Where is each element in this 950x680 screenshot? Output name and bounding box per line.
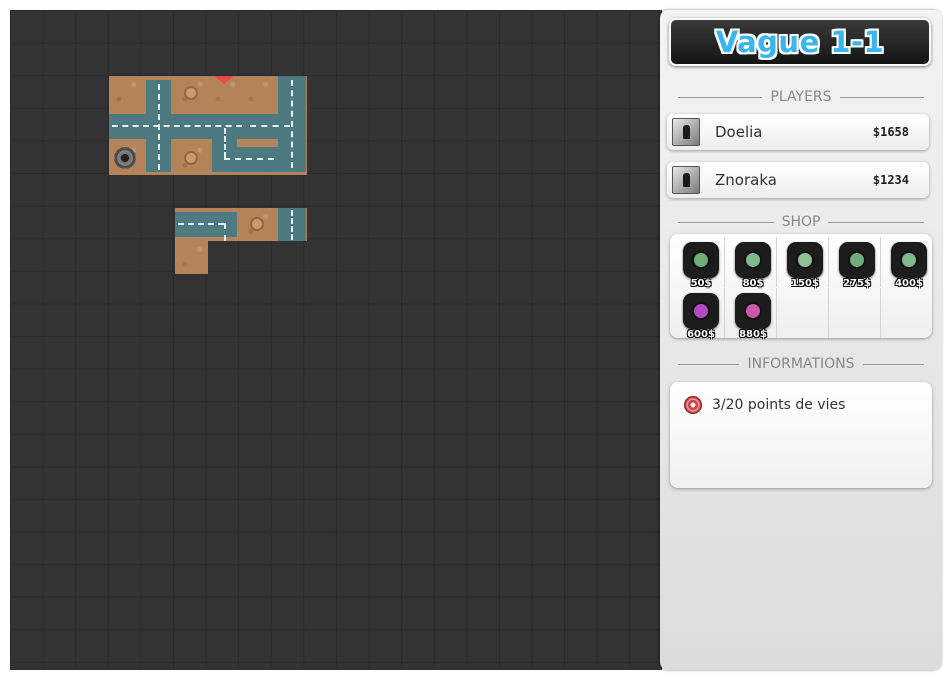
divider xyxy=(839,96,925,98)
divider xyxy=(828,221,925,223)
shop-section-title: SHOP xyxy=(781,214,821,230)
tower-core xyxy=(692,251,710,269)
tower-icon[interactable] xyxy=(787,242,823,278)
player-name: Znoraka xyxy=(715,171,777,189)
shop-empty-slot xyxy=(829,288,881,338)
crater-decoration xyxy=(184,151,198,165)
wave-title: Vague 1-1 xyxy=(715,25,885,59)
player-name: Doelia xyxy=(715,123,763,141)
player-card[interactable]: Znoraka $1234 xyxy=(667,162,929,198)
road-lane-marking xyxy=(178,223,224,225)
tower-icon[interactable] xyxy=(839,242,875,278)
ground-tile[interactable] xyxy=(175,241,208,274)
road-lane-marking xyxy=(224,223,226,241)
shop-tower-slot[interactable]: 150$ xyxy=(777,237,829,289)
side-panel: Vague 1-1 PLAYERS Doelia $1658 Znoraka $… xyxy=(660,10,942,670)
exit-portal-icon xyxy=(114,147,136,169)
players-section-header: PLAYERS xyxy=(670,87,932,107)
crater-decoration xyxy=(250,217,264,231)
tower-price: 400$ xyxy=(895,278,923,289)
player-money: $1658 xyxy=(872,125,909,139)
shop-tower-slot[interactable]: 50$ xyxy=(673,237,725,289)
tower-icon[interactable] xyxy=(683,293,719,329)
shop-panel: 50$ 80$ 150$ 275$ 400$ 600$ 880$ xyxy=(670,234,933,340)
ground-tile[interactable] xyxy=(109,76,142,109)
shop-tower-slot[interactable]: 600$ xyxy=(673,288,725,340)
divider xyxy=(862,363,924,365)
informations-section-title: INFORMATIONS xyxy=(747,356,855,372)
shop-tower-slot[interactable]: 275$ xyxy=(829,237,881,289)
tower-icon[interactable] xyxy=(735,293,771,329)
game-board[interactable] xyxy=(10,10,662,670)
information-panel: 3/20 points de vies xyxy=(670,382,932,488)
tower-icon[interactable] xyxy=(683,242,719,278)
lives-target-icon xyxy=(684,396,702,414)
divider xyxy=(678,96,763,98)
shop-empty-slot xyxy=(777,288,829,338)
wave-banner: Vague 1-1 xyxy=(669,18,931,66)
divider xyxy=(678,221,774,223)
lives-text: 3/20 points de vies xyxy=(712,397,846,413)
shop-section-header: SHOP xyxy=(670,212,932,232)
player-money: $1234 xyxy=(872,173,909,187)
divider xyxy=(678,363,740,365)
road-lane-marking xyxy=(112,125,242,127)
informations-section-header: INFORMATIONS xyxy=(670,354,932,374)
tower-price: 880$ xyxy=(739,329,767,340)
tower-icon[interactable] xyxy=(891,242,927,278)
road-lane-marking xyxy=(224,128,226,158)
player-card[interactable]: Doelia $1658 xyxy=(667,114,929,150)
crater-decoration xyxy=(184,86,198,100)
road-lane-marking xyxy=(250,125,290,127)
avatar xyxy=(672,118,700,146)
tower-icon[interactable] xyxy=(735,242,771,278)
road-lane-marking xyxy=(291,80,293,168)
players-section-title: PLAYERS xyxy=(770,89,832,105)
road-lane-marking xyxy=(158,84,160,170)
shop-tower-slot[interactable]: 880$ xyxy=(725,288,777,340)
road-lane-marking xyxy=(224,158,274,160)
shop-tower-slot[interactable]: 400$ xyxy=(881,237,933,289)
road-lane-marking xyxy=(291,210,293,240)
avatar xyxy=(672,166,700,194)
tower-price: 600$ xyxy=(687,329,715,340)
ground-tile[interactable] xyxy=(241,76,274,109)
shop-tower-slot[interactable]: 80$ xyxy=(725,237,777,289)
spawn-marker-icon xyxy=(214,76,234,84)
